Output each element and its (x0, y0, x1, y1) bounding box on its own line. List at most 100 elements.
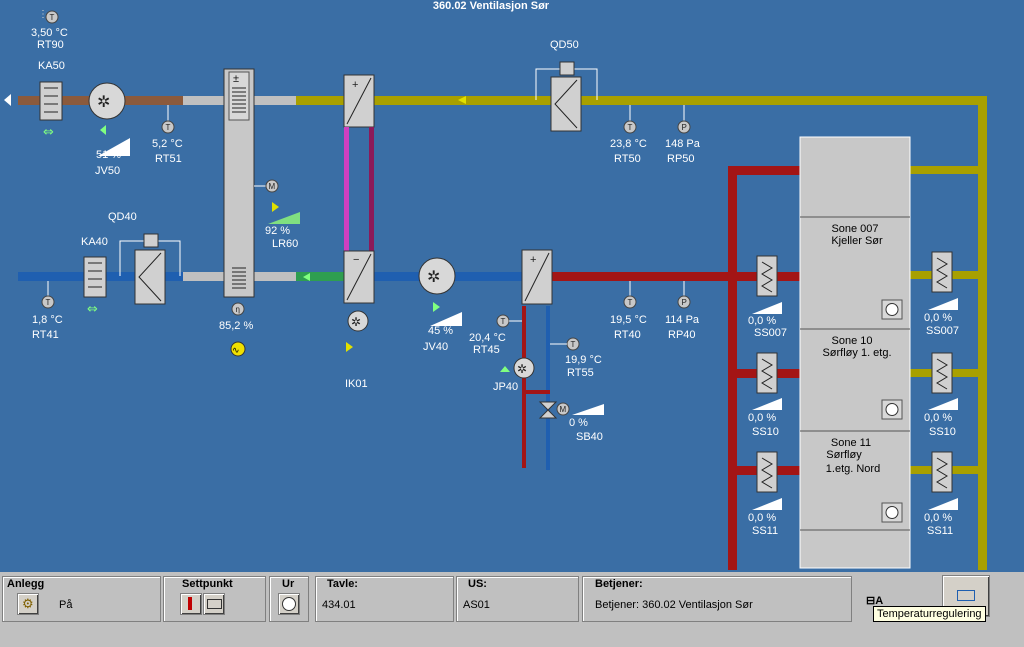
us-panel: US: AS01 (456, 576, 579, 622)
ur-clock-button[interactable] (278, 593, 300, 615)
clock-icon (885, 403, 899, 416)
ka40-label: KA40 (81, 236, 108, 248)
rt41-sensor[interactable]: T (41, 295, 55, 309)
sb40-motor-icon[interactable]: M (556, 402, 570, 416)
svg-text:T: T (571, 340, 576, 349)
svg-text:T: T (50, 13, 55, 22)
jv50-tag: JV50 (95, 165, 120, 177)
setpoint-thermometer-button[interactable] (180, 593, 202, 615)
tooltip: Temperaturregulering (873, 606, 986, 622)
ss11-left-value: 0,0 % (748, 512, 776, 524)
rt55-value: 19,9 °C (565, 354, 602, 366)
ss007-right-damper[interactable] (931, 251, 953, 293)
anlegg-value: På (59, 599, 73, 611)
svg-text:M: M (269, 182, 276, 191)
svg-text:T: T (46, 298, 51, 307)
ss007-left-tag: SS007 (754, 327, 787, 339)
ss007-left-damper[interactable] (756, 255, 778, 297)
rt41-tag: RT41 (32, 329, 59, 341)
svg-text:M: M (560, 405, 567, 414)
ss10-left-value: 0,0 % (748, 412, 776, 424)
rt45-sensor[interactable]: T (496, 314, 510, 328)
return-duct (296, 96, 985, 105)
rp40-value: 114 Pa (665, 314, 700, 326)
rp40-sensor[interactable]: P (677, 295, 691, 309)
heater-pipe-link (522, 390, 550, 394)
svg-text:+: + (530, 254, 536, 266)
rt55-sensor[interactable]: T (566, 337, 580, 351)
qd40-dp-icon[interactable] (143, 233, 159, 248)
jv50-value: 51 % (96, 149, 121, 161)
process-diagram: 360.02 Ventilasjon Sør KA50 ⇔ T ⋮ 3,50 °… (0, 0, 1024, 572)
ss10-left-tag: SS10 (752, 426, 779, 438)
qd50-dp-icon[interactable] (559, 61, 575, 76)
sb40-tag: SB40 (576, 431, 603, 443)
jp40-tag: JP40 (493, 381, 518, 393)
duct-green (296, 272, 346, 281)
rt51-tag: RT51 (155, 153, 182, 165)
setpoint-schedule-icon (207, 599, 222, 609)
zone-2-sub: Sørfløy 1. etg. (822, 347, 891, 359)
settpunkt-title: Settpunkt (182, 578, 233, 590)
clock-icon (885, 506, 899, 519)
rt51-value: 5,2 °C (152, 138, 183, 150)
zone-1-name: Sone 007 (831, 223, 878, 235)
thermometer-icon (188, 597, 192, 610)
svg-text:η: η (236, 305, 240, 314)
ss10-right-damper[interactable] (931, 352, 953, 394)
betjener-title: Betjener: (595, 578, 643, 590)
svg-text:T: T (166, 123, 171, 132)
jv40-value: 45 % (428, 325, 453, 337)
recovery-efficiency-sensor[interactable]: η (231, 302, 245, 316)
ss10-right-tag: SS10 (929, 426, 956, 438)
heater-pipe-hot (522, 306, 526, 468)
rt45-value: 20,4 °C (469, 332, 506, 344)
anlegg-button[interactable]: ⚙ (17, 593, 39, 615)
rt50-sensor[interactable]: T (623, 120, 637, 134)
heater-pipe-cold (546, 306, 550, 470)
ss11-left-damper[interactable] (756, 451, 778, 493)
us-value: AS01 (463, 599, 490, 611)
svg-text:P: P (682, 123, 687, 132)
pump-impeller-icon: ✲ (351, 315, 361, 329)
ss11-right-damper[interactable] (931, 451, 953, 493)
recovery-value: 85,2 % (219, 320, 253, 332)
qd40-label: QD40 (108, 211, 137, 223)
ss10-left-damper[interactable] (756, 352, 778, 394)
rp50-sensor[interactable]: P (677, 120, 691, 134)
rt50-tag: RT50 (614, 153, 641, 165)
rt51-sensor[interactable]: T (161, 120, 175, 134)
anlegg-panel: Anlegg ⚙ På (2, 576, 161, 622)
plus-minus-icon: ± (233, 73, 239, 85)
regulation-icon (957, 590, 975, 601)
svg-text:T: T (501, 317, 506, 326)
supply-branch-1 (728, 166, 800, 175)
rt55-tag: RT55 (567, 367, 594, 379)
tavle-value: 434.01 (322, 599, 356, 611)
recovery-motor-icon[interactable]: M (265, 179, 279, 193)
outdoor-icon: ⋮ (38, 9, 48, 20)
zone-3-sub2: 1.etg. Nord (826, 463, 880, 475)
zone-2-name: Sone 10 (832, 335, 873, 347)
fan-blade-icon: ✲ (97, 94, 110, 111)
rp50-tag: RP50 (667, 153, 695, 165)
status-bar: Anlegg ⚙ På Settpunkt Ur Tavle: 434.01 U… (0, 572, 1024, 647)
betjener-panel: Betjener: Betjener: 360.02 Ventilasjon S… (582, 576, 852, 622)
damper-actuator-icon: ⇔ (43, 125, 54, 140)
rt40-sensor[interactable]: T (623, 295, 637, 309)
setpoint-schedule-button[interactable] (203, 593, 225, 615)
ka40-actuator-icon: ⇔ (87, 302, 98, 317)
qd50-label: QD50 (550, 39, 579, 51)
ss11-left-tag: SS11 (752, 525, 778, 537)
zone-3-sub: Sørfløy (826, 449, 862, 461)
jv40-blade-icon: ✲ (427, 269, 440, 286)
lr60-tag: LR60 (272, 238, 298, 250)
lr60-value: 92 % (265, 225, 290, 237)
ur-panel: Ur (269, 576, 309, 622)
us-title: US: (468, 578, 487, 590)
svg-text:T: T (628, 123, 633, 132)
sb40-value: 0 % (569, 417, 588, 429)
ik01-tag: IK01 (345, 378, 368, 390)
wave-icon: ∿ (232, 345, 240, 355)
clock-icon (282, 597, 296, 611)
